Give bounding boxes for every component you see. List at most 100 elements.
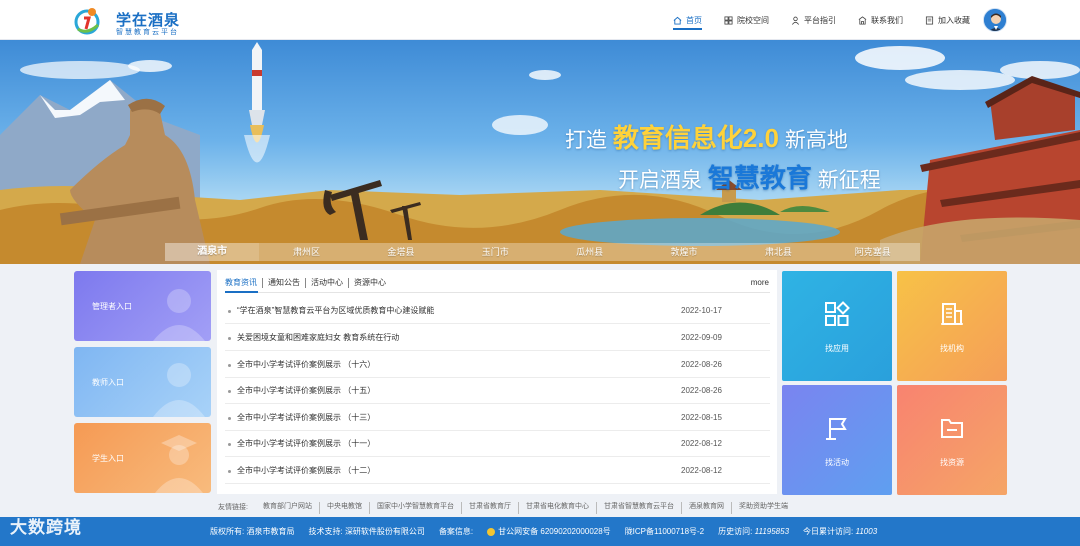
- nav-platform-guide[interactable]: 平台指引: [791, 0, 836, 40]
- city-tab-suzhou[interactable]: 肃州区: [259, 243, 353, 261]
- nav-platform-guide-label: 平台指引: [804, 15, 836, 25]
- slogan2-post: 新征程: [817, 169, 881, 192]
- bullet-dot: [228, 417, 231, 420]
- site-logo[interactable]: 学在酒泉 智慧教育云平台: [72, 5, 192, 37]
- footer-support: 技术支持: 深研软件股份有限公司: [308, 526, 424, 537]
- site-footer: 版权所有: 酒泉市教育局 技术支持: 深研软件股份有限公司 备案信息: 甘公网安…: [0, 517, 1080, 546]
- manager-silhouette-icon: [153, 289, 205, 341]
- today-value: 11003: [855, 527, 878, 536]
- bullet-dot: [228, 443, 231, 446]
- nav-school-space-label: 院校空间: [737, 15, 769, 25]
- bullet-dot: [228, 390, 231, 393]
- nav-contact-label: 联系我们: [871, 15, 903, 25]
- friend-link[interactable]: 教育部门户网站: [256, 502, 320, 514]
- friend-link[interactable]: 甘肃省智慧教育云平台: [597, 502, 682, 514]
- logo-subtitle: 智慧教育云平台: [116, 29, 179, 36]
- apps-icon: [825, 301, 850, 326]
- friend-link[interactable]: 酒泉教育网: [682, 502, 732, 514]
- user-avatar[interactable]: [983, 8, 1007, 32]
- city-tab-guazhou[interactable]: 瓜州县: [543, 243, 637, 261]
- user-guide-icon: [792, 16, 799, 25]
- friend-link[interactable]: 甘肃省电化教育中心: [519, 502, 597, 514]
- friend-links: 友情链接: 教育部门户网站 中央电教馆 国家中小学智慧教育平台 甘肃省教育厅 甘…: [218, 502, 795, 514]
- nav-home-label: 首页: [686, 15, 702, 25]
- page-root: 学在酒泉 智慧教育云平台 首页 院校空间 平台指引 联系我们 加入收藏 打造 教…: [0, 0, 1080, 546]
- main-nav: 首页 院校空间 平台指引 联系我们 加入收藏: [673, 0, 970, 40]
- city-tab-bar: 酒泉市 肃州区 金塔县 玉门市 瓜州县 敦煌市 肃北县 阿克塞县: [165, 243, 920, 261]
- find-resources-tile[interactable]: 找资源: [897, 385, 1007, 495]
- nav-school-space[interactable]: 院校空间: [724, 0, 769, 40]
- friend-link[interactable]: 中央电教馆: [320, 502, 370, 514]
- city-tab-subei[interactable]: 肃北县: [731, 243, 825, 261]
- find-apps-tile[interactable]: 找应用: [782, 271, 892, 381]
- support-label: 技术支持:: [308, 527, 343, 536]
- tab-activities[interactable]: 活动中心: [306, 278, 349, 288]
- admin-entry-label: 管理者入口: [92, 302, 132, 311]
- footer-gongan[interactable]: 甘公网安备 62090202000028号: [487, 526, 611, 537]
- footer-history: 历史访问: 11195853: [718, 526, 789, 537]
- news-item[interactable]: 关爱困境女童和困难家庭妇女 教育系统在行动 2022-09-09: [225, 325, 770, 351]
- news-item[interactable]: “学在酒泉”智慧教育云平台为区域优质教育中心建设赋能 2022-10-17: [225, 298, 770, 324]
- tab-education-news[interactable]: 教育资讯: [225, 278, 263, 288]
- bullet-dot: [228, 337, 231, 340]
- tab-resources[interactable]: 资源中心: [349, 278, 391, 288]
- tab-notices[interactable]: 通知公告: [263, 278, 306, 288]
- city-tab-dunhuang[interactable]: 敦煌市: [637, 243, 731, 261]
- find-activities-label: 找活动: [825, 458, 849, 467]
- city-tab-akesai[interactable]: 阿克塞县: [826, 243, 920, 261]
- news-date: 2022-09-09: [681, 333, 722, 342]
- tab-active-indicator: [225, 291, 258, 293]
- copyright-value: 酒泉市教育局: [246, 527, 295, 536]
- grid-icon: [724, 15, 733, 25]
- nav-contact[interactable]: 联系我们: [858, 0, 903, 40]
- slogan1-post: 新高地: [784, 129, 848, 152]
- graduate-silhouette-icon: [155, 435, 203, 493]
- footer-icp[interactable]: 陇ICP备11000718号-2: [625, 526, 704, 537]
- footer-today: 今日累计访问: 11003: [803, 526, 877, 537]
- friend-link[interactable]: 奖助资助学生端: [732, 502, 795, 514]
- news-date: 2022-08-12: [681, 466, 722, 475]
- teacher-entry-card[interactable]: 教师入口: [74, 347, 211, 417]
- footer-copyright: 版权所有: 酒泉市教育局: [210, 526, 294, 537]
- find-institution-tile[interactable]: 找机构: [897, 271, 1007, 381]
- news-item[interactable]: 全市中小学考试评价案例展示 （十三） 2022-08-15: [225, 405, 770, 431]
- news-date: 2022-08-15: [681, 413, 722, 422]
- city-tab-yumen[interactable]: 玉门市: [448, 243, 542, 261]
- more-link[interactable]: more: [751, 278, 769, 287]
- hero-banner: 打造 教育信息化2.0 新高地 开启酒泉 智慧教育 新征程 酒泉市 肃州区 金塔…: [0, 40, 1080, 264]
- news-title: 关爱困境女童和困难家庭妇女 教育系统在行动: [237, 333, 400, 342]
- gongan-value: 甘公网安备 62090202000028号: [498, 527, 611, 536]
- friend-links-label: 友情链接:: [218, 504, 248, 511]
- friend-link[interactable]: 甘肃省教育厅: [462, 502, 519, 514]
- logo-mark-icon: [74, 8, 100, 35]
- find-resources-label: 找资源: [940, 458, 964, 467]
- banner-scenery: [0, 42, 1080, 264]
- footer-info: 版权所有: 酒泉市教育局 技术支持: 深研软件股份有限公司 备案信息: 甘公网安…: [210, 526, 877, 537]
- find-apps-label: 找应用: [825, 344, 849, 353]
- tab-divider: [225, 292, 770, 293]
- friend-link[interactable]: 国家中小学智慧教育平台: [370, 502, 462, 514]
- news-title: 全市中小学考试评价案例展示 （十三）: [237, 413, 376, 422]
- bullet-dot: [228, 310, 231, 313]
- news-item[interactable]: 全市中小学考试评价案例展示 （十六） 2022-08-26: [225, 352, 770, 378]
- news-tabs: 教育资讯 通知公告 活动中心 资源中心: [225, 278, 391, 288]
- institution-icon: [941, 303, 963, 325]
- news-title: 全市中小学考试评价案例展示 （十五）: [237, 386, 376, 395]
- city-tab-jiuquan[interactable]: 酒泉市: [165, 243, 260, 261]
- student-entry-label: 学生入口: [92, 454, 124, 463]
- news-title: “学在酒泉”智慧教育云平台为区域优质教育中心建设赋能: [237, 306, 435, 315]
- nav-bookmark[interactable]: 加入收藏: [925, 0, 970, 40]
- admin-entry-card[interactable]: 管理者入口: [74, 271, 211, 341]
- news-item[interactable]: 全市中小学考试评价案例展示 （十二） 2022-08-12: [225, 458, 770, 484]
- nav-home[interactable]: 首页: [673, 0, 702, 40]
- building-icon: [858, 15, 867, 25]
- slogan1-pre: 打造: [565, 129, 607, 152]
- news-item[interactable]: 全市中小学考试评价案例展示 （十一） 2022-08-12: [225, 431, 770, 457]
- find-activities-tile[interactable]: 找活动: [782, 385, 892, 495]
- top-header: 学在酒泉 智慧教育云平台 首页 院校空间 平台指引 联系我们 加入收藏: [0, 0, 1080, 40]
- student-entry-card[interactable]: 学生入口: [74, 423, 211, 493]
- news-item[interactable]: 全市中小学考试评价案例展示 （十五） 2022-08-26: [225, 378, 770, 404]
- city-tab-jinta[interactable]: 金塔县: [354, 243, 448, 261]
- folder-icon: [941, 419, 963, 438]
- flag-icon: [826, 418, 847, 440]
